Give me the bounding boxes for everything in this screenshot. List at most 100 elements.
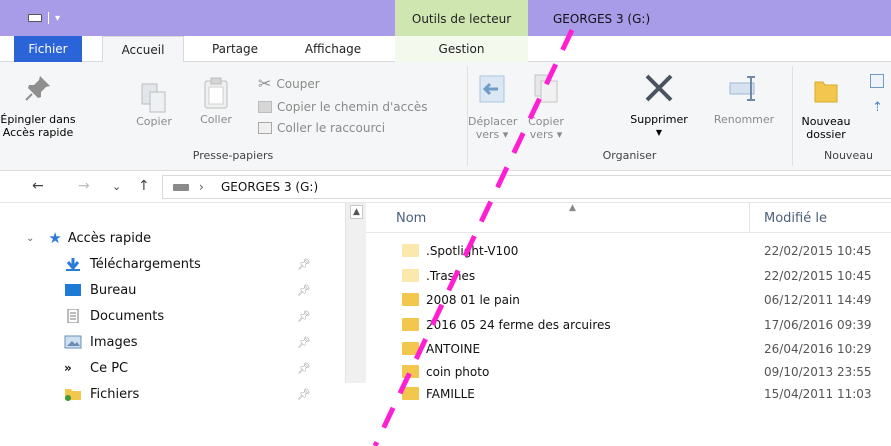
ribbon-tabs: Fichier Accueil Partage Affichage Gestio… <box>0 36 891 63</box>
forward-arrow-icon[interactable]: → <box>78 178 90 194</box>
delete-button[interactable]: Supprimer ▼ <box>620 72 698 139</box>
list-bottom-edge <box>366 406 891 446</box>
copy-path-button[interactable]: Copier le chemin d'accès <box>258 100 427 114</box>
copy-to-button[interactable]: Copier vers ▾ <box>524 72 568 141</box>
scissors-icon: ✂ <box>258 74 272 93</box>
sidebar-item-downloads[interactable]: Téléchargements <box>64 253 201 275</box>
new-item-icon[interactable] <box>870 74 884 88</box>
tab-file[interactable]: Fichier <box>14 36 82 62</box>
sort-ascending-icon: ▲ <box>569 203 576 213</box>
rename-button[interactable]: Renommer <box>705 72 783 126</box>
delete-x-icon <box>645 74 673 102</box>
navigation-pane-scrollbar[interactable]: ▲ <box>345 203 366 383</box>
address-bar[interactable]: › GEORGES 3 (G:) <box>162 175 891 199</box>
file-modified: 06/12/2011 14:49 <box>764 293 872 307</box>
file-modified: 17/06/2016 09:39 <box>764 318 872 332</box>
folder-icon <box>65 389 81 401</box>
tab-manage[interactable]: Gestion <box>395 36 528 62</box>
file-modified: 22/02/2015 10:45 <box>764 269 872 283</box>
folder-icon <box>402 244 419 257</box>
clipboard-icon <box>204 77 228 109</box>
paste-button[interactable]: Coller <box>194 76 238 126</box>
file-name: 2008 01 le pain <box>426 293 520 307</box>
pinned-icon[interactable]: 📌︎ <box>297 336 311 349</box>
new-folder-button[interactable]: Nouveau dossier <box>797 76 855 141</box>
context-tab-group: Outils de lecteur <box>395 0 528 36</box>
delete-label: Supprimer <box>630 113 688 126</box>
recent-locations-chevron-icon[interactable]: ⌄ <box>112 180 121 193</box>
move-to-label-line1: Déplacer <box>468 115 518 128</box>
paste-shortcut-icon <box>258 122 272 134</box>
sidebar-item-files[interactable]: Fichiers <box>64 383 139 405</box>
new-group-label: Nouveau <box>824 149 873 162</box>
quick-access-label: Accès rapide <box>67 230 152 246</box>
expand-chevron-icon[interactable]: ⌄ <box>26 233 34 244</box>
table-row[interactable]: .Spotlight-V100 22/02/2015 10:45 <box>366 240 891 262</box>
table-row[interactable]: FAMILLE 15/04/2011 11:03 <box>366 383 891 405</box>
copy-to-label-line2: vers ▾ <box>529 128 563 141</box>
sidebar-item-label: Documents <box>90 308 165 324</box>
pin-quick-access-button[interactable]: Épingler dans Accès rapide <box>0 72 76 139</box>
sidebar-item-images[interactable]: Images <box>64 331 138 353</box>
move-to-icon <box>479 75 505 103</box>
new-folder-label-line1: Nouveau <box>801 115 851 128</box>
drive-icon <box>173 184 189 191</box>
table-row[interactable]: .Trashes 22/02/2015 10:45 <box>366 265 891 287</box>
up-arrow-icon[interactable]: ↑ <box>138 178 150 194</box>
folder-icon <box>402 387 419 400</box>
copy-to-icon <box>534 74 558 103</box>
quick-access-node[interactable]: ⌄ ★ Accès rapide <box>26 227 151 249</box>
ribbon: Épingler dans Accès rapide Copier Coller… <box>0 62 891 171</box>
paste-shortcut-button[interactable]: Coller le raccourci <box>258 121 385 135</box>
pinned-icon[interactable]: 📌︎ <box>297 362 311 375</box>
copy-icon <box>141 83 166 113</box>
pinned-icon[interactable]: 📌︎ <box>297 284 311 297</box>
sidebar-item-documents[interactable]: Documents <box>64 305 164 327</box>
column-modified-header[interactable]: Modifié le <box>764 211 827 226</box>
pinned-icon[interactable]: 📌︎ <box>297 310 311 323</box>
sidebar-item-desktop[interactable]: Bureau <box>64 279 136 301</box>
pinned-icon[interactable]: 📌︎ <box>297 388 311 401</box>
tab-view[interactable]: Affichage <box>292 36 374 62</box>
sidebar-item-label: Ce PC <box>90 360 129 376</box>
column-divider[interactable] <box>749 203 750 233</box>
folder-icon <box>402 342 419 355</box>
table-row[interactable]: 2016 05 24 ferme des arcuires 17/06/2016… <box>366 314 891 336</box>
toolbar-separator <box>48 12 49 24</box>
breadcrumb-path[interactable]: GEORGES 3 (G:) <box>221 180 318 194</box>
file-name: .Trashes <box>426 269 476 283</box>
new-folder-icon <box>814 81 838 103</box>
tab-home[interactable]: Accueil <box>102 36 184 63</box>
sidebar-item-this-pc[interactable]: » Ce PC <box>64 357 128 379</box>
column-name-header[interactable]: Nom <box>396 211 426 226</box>
file-name: ANTOINE <box>426 342 481 356</box>
sidebar-item-label: Images <box>90 334 138 350</box>
customize-toolbar-icon[interactable]: ▾ <box>55 13 60 24</box>
breadcrumb-chevron-icon[interactable]: › <box>199 180 204 194</box>
tab-share[interactable]: Partage <box>200 36 270 62</box>
quick-access-toolbar: ▾ <box>28 12 60 24</box>
table-row[interactable]: coin photo 09/10/2013 23:55 <box>366 361 891 383</box>
move-to-label-line2-text: vers <box>475 128 500 141</box>
folder-icon <box>402 365 419 378</box>
star-icon: ★ <box>48 229 62 247</box>
download-icon <box>66 258 80 271</box>
delete-dropdown-icon[interactable]: ▼ <box>620 126 698 139</box>
copy-path-label: Copier le chemin d'accès <box>277 100 428 114</box>
sidebar-item-label: Bureau <box>90 282 137 298</box>
table-row[interactable]: 2008 01 le pain 06/12/2011 14:49 <box>366 289 891 311</box>
context-tab-group-label: Outils de lecteur <box>411 12 512 26</box>
move-to-button[interactable]: Déplacer vers ▾ <box>468 72 518 141</box>
explorer-window: ▾ Outils de lecteur GEORGES 3 (G:) Fichi… <box>0 0 891 446</box>
table-row[interactable]: ANTOINE 26/04/2016 10:29 <box>366 338 891 360</box>
documents-icon <box>67 309 79 323</box>
easy-access-icon[interactable]: ⇡ <box>872 100 883 115</box>
scroll-up-icon[interactable]: ▲ <box>350 205 363 219</box>
rename-label: Renommer <box>713 113 775 126</box>
back-arrow-icon[interactable]: ← <box>32 178 44 194</box>
pinned-icon[interactable]: 📌︎ <box>297 258 311 271</box>
sidebar-item-label: Fichiers <box>90 386 140 402</box>
cut-button[interactable]: ✂ Couper <box>258 74 320 93</box>
copy-button[interactable]: Copier <box>132 82 176 128</box>
file-name: coin photo <box>426 365 490 379</box>
